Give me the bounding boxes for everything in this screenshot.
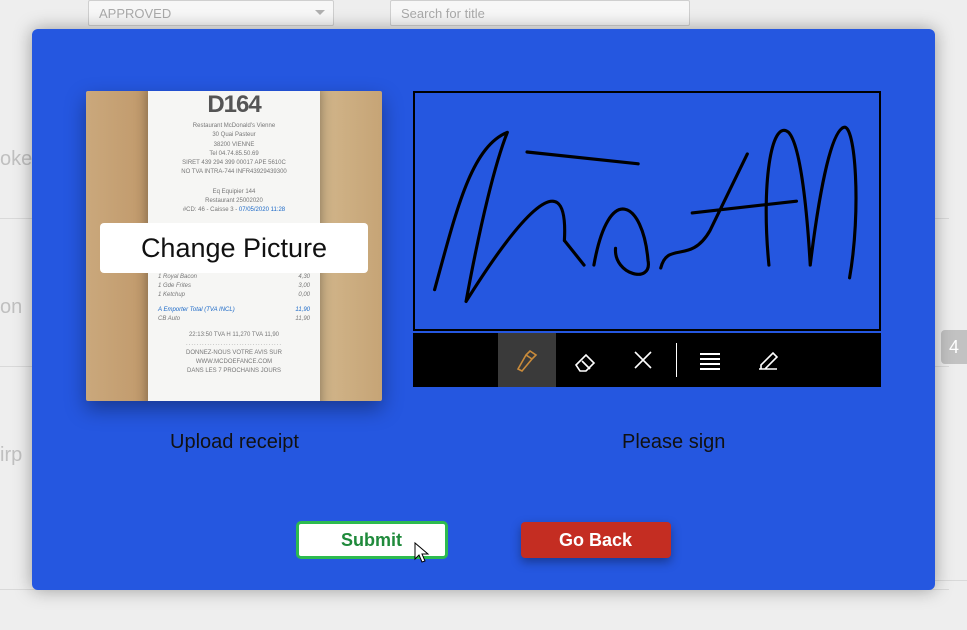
item-price: 3,00: [298, 282, 310, 290]
receipt-order-number: D164: [148, 91, 320, 121]
payment-label: CB Auto: [158, 315, 180, 323]
pen-icon: [512, 345, 542, 375]
change-picture-label: Change Picture: [141, 233, 327, 264]
item-price: 4,30: [298, 273, 310, 281]
line-weight-tool[interactable]: [681, 333, 739, 387]
receipt-separator: ....................................: [148, 340, 320, 348]
upload-sign-modal: D164 Restaurant McDonald's Vienne 30 Qua…: [32, 29, 935, 590]
submit-label: Submit: [341, 530, 402, 551]
signature-stroke: [415, 93, 879, 329]
receipt-timestamp: 07/05/2020 11:28: [239, 207, 285, 213]
clear-tool[interactable]: [614, 333, 672, 387]
bg-text-fragment: oke: [0, 148, 32, 171]
total-label: A Emporter Total (TVA INCL): [158, 306, 235, 314]
item-name: 1 Gde Frites: [158, 282, 191, 290]
go-back-label: Go Back: [559, 530, 632, 551]
title-search-input[interactable]: Search for title: [390, 0, 690, 26]
receipt-line: 22:13:50 TVA H 11,270 TVA 11,90: [148, 331, 320, 339]
receipt-line: 38200 VIENNE: [148, 141, 320, 149]
receipt-line: SIRET 439 294 399 00017 APE 5610C: [148, 159, 320, 167]
receipt-line: Tel 04.74.85.50.69: [148, 150, 320, 158]
bg-text-fragment: on: [0, 296, 22, 319]
signature-panel: [413, 91, 881, 401]
receipt-line: Eq Equipier 144: [148, 188, 320, 196]
clear-icon: [630, 347, 656, 373]
edit-icon: [753, 345, 783, 375]
receipt-line: DANS LES 7 PROCHAINS JOURS: [148, 367, 320, 375]
receipt-line: NO TVA INTRA-744 INFR43929439300: [148, 168, 320, 176]
line-weight-icon: [695, 345, 725, 375]
change-picture-button[interactable]: Change Picture: [100, 223, 368, 273]
receipt-line: Restaurant 25002020: [148, 197, 320, 205]
receipt-line: Restaurant McDonald's Vienne: [148, 122, 320, 130]
receipt-line: DONNEZ-NOUS VOTRE AVIS SUR: [148, 349, 320, 357]
eraser-tool[interactable]: [556, 333, 614, 387]
submit-button[interactable]: Submit: [297, 522, 447, 558]
receipt-line: #CD: 46 - Caisse 3 -: [183, 207, 237, 213]
pen-tool[interactable]: [498, 333, 556, 387]
receipt-line: 30 Quai Pasteur: [148, 131, 320, 139]
receipt-caption: Upload receipt: [170, 431, 299, 454]
total-price: 11,90: [295, 306, 310, 314]
modal-button-row: Submit Go Back: [32, 522, 935, 558]
toolbar-separator: [676, 343, 677, 377]
receipt-items: 1 Royal Bacon 4,30 1 Gde Frites 3,00 1 Ket…: [148, 271, 320, 329]
go-back-button[interactable]: Go Back: [521, 522, 671, 558]
item-name: 1 Ketchup: [158, 291, 185, 299]
item-price: 0,00: [298, 291, 310, 299]
side-count-badge[interactable]: 4: [941, 330, 967, 364]
receipt-line: WWW.MCDOEFANCE.COM: [148, 358, 320, 366]
side-count-value: 4: [949, 337, 959, 358]
receipt-preview: D164 Restaurant McDonald's Vienne 30 Qua…: [86, 91, 382, 401]
title-search-placeholder: Search for title: [401, 6, 485, 21]
status-dropdown[interactable]: APPROVED: [88, 0, 334, 26]
signature-caption: Please sign: [622, 431, 725, 454]
signature-canvas[interactable]: [413, 91, 881, 331]
signature-toolbar: [413, 333, 881, 387]
edit-tool[interactable]: [739, 333, 797, 387]
bg-text-fragment: irp: [0, 444, 22, 467]
item-name: 1 Royal Bacon: [158, 273, 197, 281]
payment-amount: 11,90: [295, 315, 310, 323]
eraser-icon: [570, 345, 600, 375]
status-dropdown-value: APPROVED: [99, 6, 171, 21]
